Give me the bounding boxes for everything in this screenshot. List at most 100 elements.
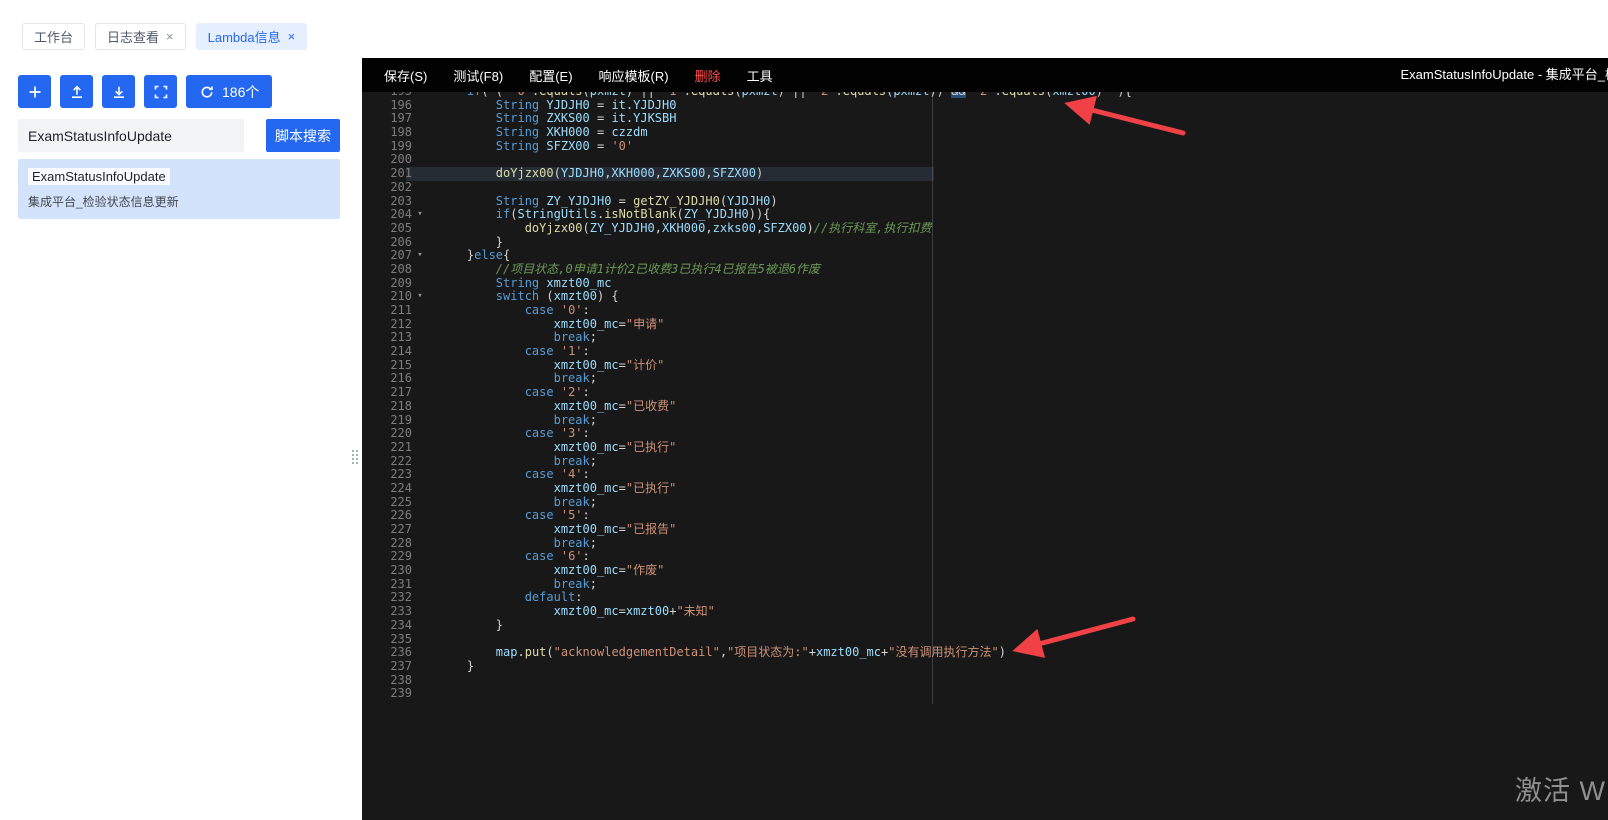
code-text: xmzt00_mc="已报告"	[553, 522, 677, 536]
code-line-202[interactable]: 202	[362, 180, 1608, 195]
line-number: 222	[390, 453, 412, 468]
code-line-234[interactable]: 234 }	[362, 618, 1608, 633]
code-line-239[interactable]: 239	[362, 687, 1608, 701]
splitter-grip-icon[interactable]	[352, 450, 361, 470]
code-line-224[interactable]: 224 xmzt00_mc="已执行"	[362, 481, 1608, 496]
code-line-204[interactable]: 204 ▾ if(StringUtils.isNotBlank(ZY_YJDJH0…	[362, 207, 1608, 222]
line-number: 238	[390, 672, 412, 687]
code-line-213[interactable]: 213 break;	[362, 331, 1608, 345]
code-line-208[interactable]: 208 //项目状态,0申请1计价2已收费3已执行4已报告5被退6作废	[362, 262, 1608, 277]
code-line-203[interactable]: 203 String ZY_YJDJH0 = getZY_YJDJH0(YJDJ…	[362, 193, 1608, 209]
code-line-231[interactable]: 231 break;	[362, 576, 1608, 592]
code-line-201[interactable]: 201 doYjzx00(YJDJH0,XKH000,ZXKS00,SFZX00…	[362, 166, 1608, 181]
code-line-238[interactable]: 238	[362, 672, 1608, 688]
code-line-200[interactable]: 200	[362, 153, 1608, 167]
code-text: xmzt00_mc="申请"	[553, 316, 665, 331]
close-icon[interactable]: ×	[288, 30, 296, 43]
code-line-228[interactable]: 228 break;	[362, 536, 1608, 551]
code-line-222[interactable]: 222 break;	[362, 453, 1608, 469]
code-line-206[interactable]: 206 }	[362, 235, 1608, 250]
config-button[interactable]: 配置(E)	[529, 66, 572, 85]
code-line-229[interactable]: 229 case '6':	[362, 550, 1608, 564]
code-line-237[interactable]: 237 }	[362, 659, 1608, 674]
code-line-207[interactable]: 207 ▾ }else{	[362, 248, 1608, 263]
upload-icon	[71, 85, 82, 98]
save-button[interactable]: 保存(S)	[384, 66, 427, 85]
tools-button[interactable]: 工具	[747, 66, 773, 85]
code-line-212[interactable]: 212 xmzt00_mc="申请"	[362, 316, 1608, 332]
line-number: 231	[390, 576, 412, 591]
line-number: 233	[390, 604, 412, 619]
code-line-205[interactable]: 205 doYjzx00(ZY_YJDJH0,XKH000,zxks00,SFZ…	[362, 221, 1608, 236]
code-line-230[interactable]: 230 xmzt00_mc="作废"	[362, 563, 1608, 578]
line-number: 197	[390, 111, 412, 126]
code-line-227[interactable]: 227 xmzt00_mc="已报告"	[362, 522, 1608, 537]
refresh-count-button[interactable]: 186个	[186, 75, 273, 108]
code-line-225[interactable]: 225 break;	[362, 494, 1608, 510]
script-item-title: ExamStatusInfoUpdate	[28, 168, 170, 185]
line-number: 219	[390, 412, 412, 427]
code-line-233[interactable]: 233 xmzt00_mc=xmzt00+"未知"	[362, 604, 1608, 619]
code-text: case '3':	[524, 426, 590, 441]
script-list-item-selected[interactable]: ExamStatusInfoUpdate 集成平台_检验状态信息更新	[18, 159, 340, 219]
code-line-216[interactable]: 216 break;	[362, 372, 1608, 386]
code-line-210[interactable]: 210 ▾ switch (xmzt00) {	[362, 289, 1608, 304]
code-line-199[interactable]: 199 String SFZX00 = '0'	[362, 139, 1608, 154]
code-line-219[interactable]: 219 break;	[362, 412, 1608, 428]
script-search-button[interactable]: 脚本搜索	[266, 119, 340, 152]
code-line-217[interactable]: 217 case '2':	[362, 385, 1608, 400]
close-icon[interactable]: ×	[166, 30, 174, 43]
code-text: break;	[553, 494, 597, 509]
line-number: 203	[390, 193, 412, 208]
code-line-209[interactable]: 209 String xmzt00_mc	[362, 275, 1608, 291]
line-number: 232	[390, 590, 412, 605]
add-button[interactable]	[18, 75, 51, 108]
response-template-button[interactable]: 响应模板(R)	[599, 66, 669, 85]
code-line-226[interactable]: 226 case '5':	[362, 508, 1608, 523]
code-line-211[interactable]: 211 case '0':	[362, 303, 1608, 318]
code-text: String xmzt00_mc	[495, 275, 612, 290]
tab-lambda-info[interactable]: Lambda信息 ×	[195, 23, 308, 50]
fold-chevron-icon[interactable]: ▾	[412, 208, 428, 222]
code-line-218[interactable]: 218 xmzt00_mc="已收费"	[362, 399, 1608, 414]
editor-panel: 保存(S) 测试(F8) 配置(E) 响应模板(R) 删除 工具 ExamSta…	[362, 58, 1608, 820]
code-text: case '2':	[524, 385, 590, 400]
delete-button[interactable]: 删除	[695, 66, 721, 85]
code-line-236[interactable]: 236 map.put("acknowledgementDetail","项目状…	[362, 645, 1608, 660]
search-input[interactable]	[18, 119, 244, 152]
fold-chevron-icon[interactable]: ▾	[412, 290, 428, 304]
code-line-214[interactable]: 214 case '1':	[362, 344, 1608, 359]
test-button[interactable]: 测试(F8)	[453, 66, 503, 85]
code-line-215[interactable]: 215 xmzt00_mc="计价"	[362, 358, 1608, 373]
code-line-197[interactable]: 197 String ZXKS00 = it.YJKSBH	[362, 112, 1608, 126]
code-line-221[interactable]: 221 xmzt00_mc="已执行"	[362, 440, 1608, 455]
code-text: default:	[524, 590, 583, 605]
tab-workbench[interactable]: 工作台	[22, 23, 86, 50]
upload-button[interactable]	[60, 75, 93, 108]
code-line-232[interactable]: 232 default:	[362, 591, 1608, 605]
fullscreen-button[interactable]	[144, 75, 177, 108]
code-line-196[interactable]: 196 String YJDJH0 = it.YJDJH0	[362, 98, 1608, 113]
code-line-198[interactable]: 198 String XKH000 = czzdm	[362, 125, 1608, 140]
code-line-220[interactable]: 220 case '3':	[362, 426, 1608, 441]
download-button[interactable]	[102, 75, 135, 108]
code-editor[interactable]: 195 if( ( '0'.equals(pxmzt) || '1'.equal…	[362, 92, 1608, 820]
fold-chevron-icon[interactable]: ▾	[412, 249, 428, 263]
tab-log-view[interactable]: 日志查看 ×	[95, 23, 186, 50]
code-line-223[interactable]: 223 case '4':	[362, 467, 1608, 482]
